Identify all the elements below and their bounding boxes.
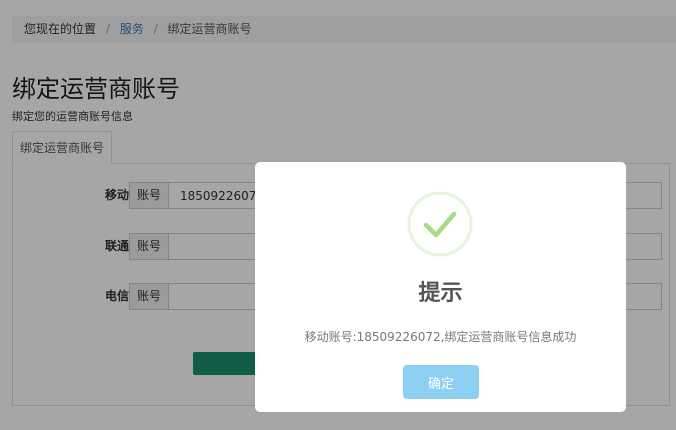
dialog-title: 提示 — [418, 281, 463, 306]
dialog-message: 移动账号:18509226072,绑定运营商账号信息成功 — [304, 330, 577, 344]
success-check-icon — [407, 191, 473, 257]
confirm-button[interactable]: 确定 — [403, 365, 479, 399]
success-dialog: 提示 移动账号:18509226072,绑定运营商账号信息成功 确定 — [255, 162, 626, 412]
